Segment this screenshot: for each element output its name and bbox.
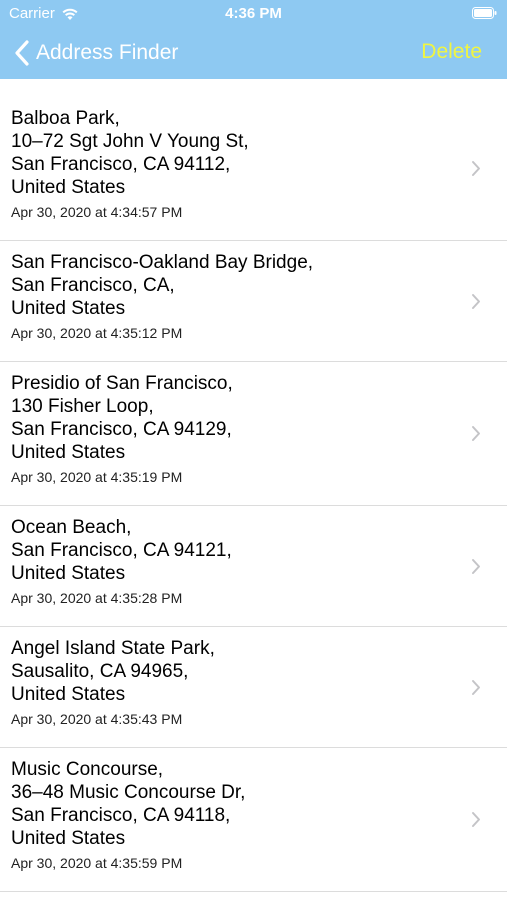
location-row[interactable]: Music Concourse, 36–48 Music Concourse Dr… [0,748,507,892]
address-line: United States [11,828,126,849]
back-button-label: Address Finder [36,41,179,64]
address-line: San Francisco, CA 94129, [11,419,232,440]
address-line: Angel Island State Park, [11,638,215,659]
address-line: San Francisco-Oakland Bay Bridge, [11,252,314,273]
back-button[interactable]: Address Finder [12,36,178,70]
timestamp: Apr 30, 2020 at 4:35:12 PM [11,325,183,341]
chevron-right-icon [472,294,480,309]
address-line: 10–72 Sgt John V Young St, [11,131,249,152]
delete-button[interactable]: Delete [421,40,482,64]
location-text: Music Concourse, 36–48 Music Concourse Dr… [11,758,451,871]
address-line: United States [11,563,126,584]
chevron-right-icon [472,812,480,827]
location-row[interactable]: Presidio of San Francisco, 130 Fisher Loo… [0,362,507,506]
status-bar: Carrier 4:36 PM [0,0,507,28]
address-line: San Francisco, CA, [11,275,175,296]
location-text: Angel Island State Park, Sausalito, CA 94… [11,637,451,727]
location-row[interactable]: Ocean Beach, San Francisco, CA 94121, Unit… [0,506,507,627]
address-line: United States [11,684,126,705]
location-row[interactable]: Balboa Park, 10–72 Sgt John V Young St, Sa… [0,97,507,241]
timestamp: Apr 30, 2020 at 4:35:19 PM [11,469,183,485]
address-line: Balboa Park, [11,108,120,129]
address-line: San Francisco, CA 94121, [11,540,232,561]
address-line: United States [11,177,126,198]
address-line: San Francisco, CA 94118, [11,805,231,826]
timestamp: Apr 30, 2020 at 4:35:28 PM [11,590,183,606]
chevron-right-icon [472,161,480,176]
chevron-right-icon [472,426,480,441]
header: Carrier 4:36 PM Address Finder Delete [0,0,507,79]
chevron-right-icon [472,559,480,574]
navigation-bar: Address Finder Delete [0,28,507,79]
address-line: Presidio of San Francisco, [11,373,233,394]
location-row[interactable]: San Francisco-Oakland Bay Bridge, San Fra… [0,241,507,362]
battery-icon [472,7,497,19]
address-line: United States [11,442,126,463]
location-row[interactable]: Angel Island State Park, Sausalito, CA 94… [0,627,507,748]
address-line: Ocean Beach, [11,517,132,538]
chevron-back-icon [15,40,29,66]
location-text: San Francisco-Oakland Bay Bridge, San Fra… [11,251,451,341]
location-text: Ocean Beach, San Francisco, CA 94121, Unit… [11,516,451,606]
status-time: 4:36 PM [225,5,282,22]
address-line: United States [11,298,126,319]
address-line: 36–48 Music Concourse Dr, [11,782,246,803]
address-line: San Francisco, CA 94112, [11,154,231,175]
location-list: Balboa Park, 10–72 Sgt John V Young St, Sa… [0,97,507,892]
location-text: Balboa Park, 10–72 Sgt John V Young St, Sa… [11,107,451,220]
timestamp: Apr 30, 2020 at 4:34:57 PM [11,204,183,220]
chevron-right-icon [472,680,480,695]
address-line: 130 Fisher Loop, [11,396,154,417]
timestamp: Apr 30, 2020 at 4:35:43 PM [11,711,183,727]
address-line: Sausalito, CA 94965, [11,661,189,682]
location-text: Presidio of San Francisco, 130 Fisher Loo… [11,372,451,485]
timestamp: Apr 30, 2020 at 4:35:59 PM [11,855,183,871]
address-line: Music Concourse, [11,759,164,780]
